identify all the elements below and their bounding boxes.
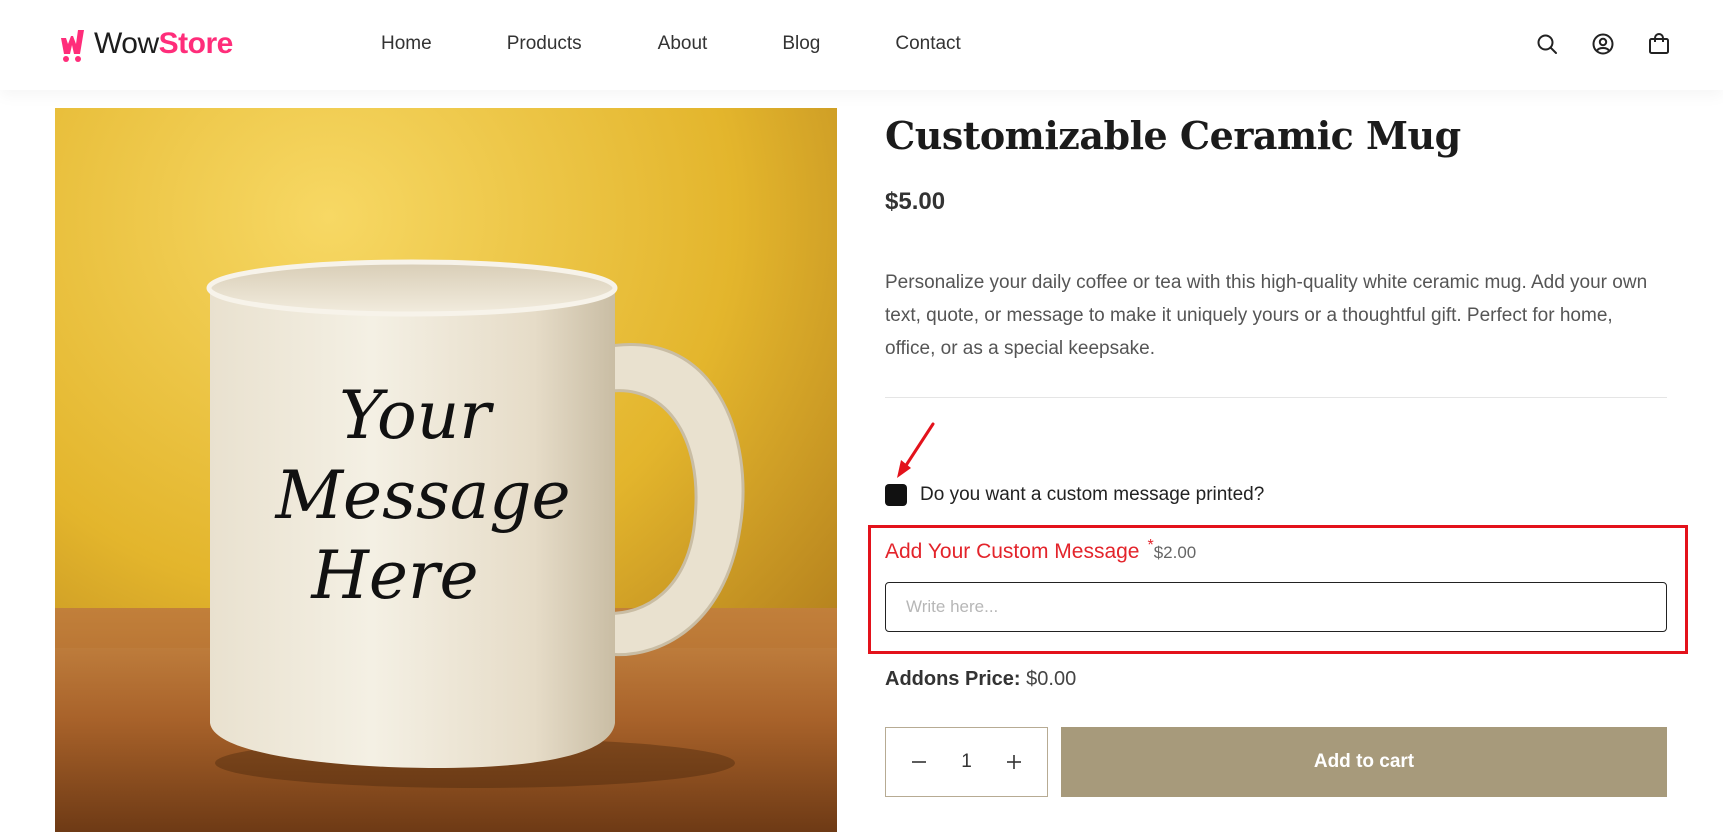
product-description: Personalize your daily coffee or tea wit… — [885, 272, 1648, 359]
logo-text-part2: Store — [158, 27, 234, 60]
custom-message-checkbox-label: Do you want a custom message printed? — [920, 484, 1265, 505]
custom-message-field-label: Add Your Custom Message * $2.00 — [885, 537, 1197, 564]
annotation-arrow-icon — [897, 422, 935, 478]
mug-text-line3: Here — [310, 537, 478, 614]
custom-message-option[interactable]: Do you want a custom message printed? — [885, 484, 1264, 506]
required-mark: * — [1147, 537, 1154, 554]
logo-icon — [61, 30, 84, 62]
product-image: Your Message Here — [55, 108, 837, 832]
logo[interactable]: WowStore — [58, 24, 233, 64]
addons-price-label: Addons Price: — [885, 668, 1021, 690]
nav-blog[interactable]: Blog — [782, 32, 820, 56]
site-header: WowStore Home Products About Blog Contac… — [0, 0, 1723, 90]
custom-message-checkbox[interactable] — [885, 484, 907, 506]
field-price: $2.00 — [1153, 543, 1197, 562]
cart-icon[interactable] — [1648, 33, 1670, 55]
logo-text: WowStore — [94, 24, 233, 64]
plus-icon[interactable] — [1003, 751, 1025, 773]
logo-text-part1: Wow — [94, 27, 159, 60]
field-label-text: Add Your Custom Message — [885, 540, 1140, 563]
addons-price-value: $0.00 — [1026, 668, 1077, 690]
search-icon[interactable] — [1536, 33, 1558, 55]
quantity-stepper — [885, 727, 1048, 797]
product-price: $5.00 — [885, 188, 946, 215]
nav-products[interactable]: Products — [507, 32, 582, 56]
custom-message-input[interactable] — [885, 582, 1667, 632]
product-details: Customizable Ceramic Mug $5.00 Personali… — [885, 108, 1667, 398]
header-actions — [1536, 33, 1670, 55]
main-nav: Home Products About Blog Contact — [381, 32, 1036, 56]
nav-about[interactable]: About — [658, 32, 708, 56]
divider — [885, 397, 1667, 398]
product-title: Customizable Ceramic Mug — [885, 113, 1461, 158]
nav-home[interactable]: Home — [381, 32, 432, 56]
nav-contact[interactable]: Contact — [895, 32, 960, 56]
minus-icon[interactable] — [908, 751, 930, 773]
quantity-input[interactable] — [946, 751, 987, 773]
user-icon[interactable] — [1592, 33, 1614, 55]
add-to-cart-button[interactable]: Add to cart — [1061, 727, 1667, 797]
addons-price: Addons Price: $0.00 — [885, 668, 1076, 691]
mug-text-line1: Your — [339, 377, 494, 454]
mug-text-line2: Message — [274, 457, 570, 534]
